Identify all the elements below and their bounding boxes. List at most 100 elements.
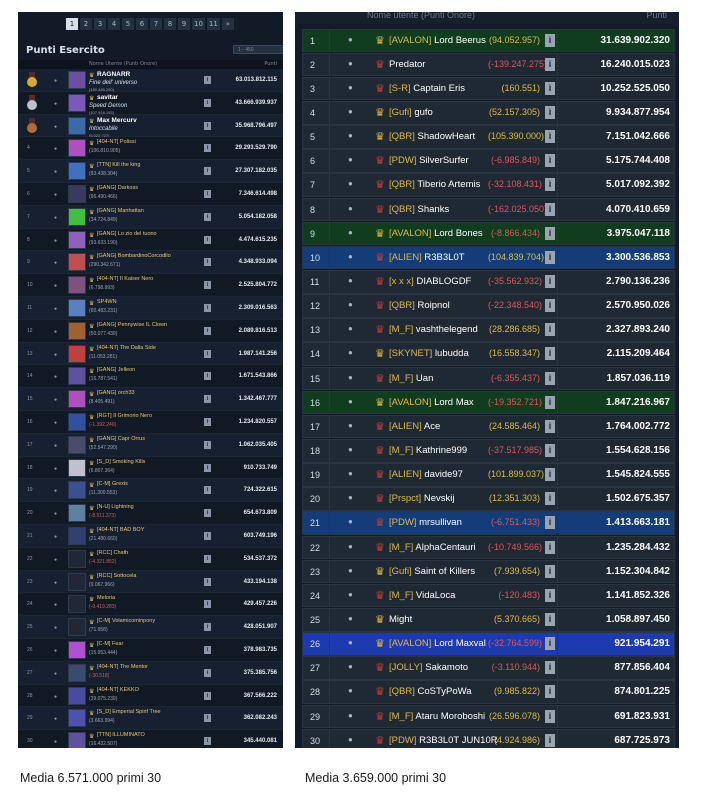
player-name-link[interactable]: [ALIEN] Ace — [389, 421, 440, 432]
player-name-link[interactable]: [M_F] Kathrine999 — [389, 445, 467, 456]
player-name-link[interactable]: [QBR] Shanks — [389, 204, 449, 215]
player-name-link[interactable]: [x x x] DIABLOGDF — [389, 276, 471, 287]
player-name-link[interactable]: [N-U] Lightning — [97, 504, 134, 510]
page-button[interactable]: 1 — [66, 18, 78, 30]
player-name-link[interactable]: [TTN] Kill the king — [97, 162, 140, 168]
page-button[interactable]: 4 — [108, 18, 120, 30]
alliance-tag[interactable]: [QBR] — [389, 204, 415, 215]
info-icon[interactable]: i — [545, 371, 555, 385]
info-icon[interactable]: i — [204, 531, 211, 540]
player-name-link[interactable]: [Gufi] gufo — [389, 107, 433, 118]
info-icon[interactable]: i — [204, 189, 211, 198]
info-icon[interactable]: i — [204, 577, 211, 586]
info-icon[interactable]: i — [545, 106, 555, 120]
avatar[interactable] — [68, 663, 86, 682]
avatar[interactable] — [68, 367, 86, 386]
alliance-tag[interactable]: [Gufi] — [389, 107, 412, 118]
player-name-link[interactable]: [AVALON] Lord Max — [389, 397, 474, 408]
player-name-link[interactable]: [GANG] BombardinoCorcodilo — [97, 253, 171, 259]
info-icon[interactable]: i — [545, 33, 555, 47]
player-name-link[interactable]: [RGT] Il Grimorio Nero — [97, 413, 152, 419]
player-name-link[interactable]: [GANG] Lo zio del tuono — [97, 231, 157, 237]
info-icon[interactable]: i — [545, 226, 555, 240]
info-icon[interactable]: i — [204, 121, 211, 130]
player-name-link[interactable]: [GANG] orch33 — [97, 390, 135, 396]
player-name-link[interactable]: [Prspct] Nevskij — [389, 493, 454, 504]
avatar[interactable] — [68, 230, 86, 249]
alliance-tag[interactable]: [AVALON] — [389, 228, 431, 239]
player-name-link[interactable]: Predator — [389, 59, 425, 70]
player-name-link[interactable]: [C-M] Volamicominpony — [97, 618, 155, 624]
info-icon[interactable]: i — [204, 349, 211, 358]
player-name-link[interactable]: [QBR] CoSTyPoWa — [389, 686, 472, 697]
player-name-link[interactable]: Max Mercurv — [97, 117, 137, 124]
info-icon[interactable]: i — [204, 281, 211, 290]
alliance-tag[interactable]: [M_F] — [389, 324, 413, 335]
alliance-tag[interactable]: [AVALON] — [389, 638, 431, 649]
alliance-tag[interactable]: [Gufi] — [389, 566, 412, 577]
avatar[interactable] — [68, 253, 86, 272]
info-icon[interactable]: i — [204, 623, 211, 632]
alliance-tag[interactable]: [PDW] — [389, 155, 416, 166]
info-icon[interactable]: i — [204, 714, 211, 723]
avatar[interactable] — [68, 435, 86, 454]
info-icon[interactable]: i — [545, 154, 555, 168]
alliance-tag[interactable]: [QBR] — [389, 131, 415, 142]
info-icon[interactable]: i — [204, 668, 211, 677]
page-button[interactable]: 8 — [164, 18, 176, 30]
info-icon[interactable]: i — [204, 212, 211, 221]
player-name-link[interactable]: [C-M] Fear — [97, 641, 123, 647]
info-icon[interactable]: i — [545, 347, 555, 361]
player-name-link[interactable]: [RCC] Sottocela — [97, 573, 136, 579]
info-icon[interactable]: i — [204, 144, 211, 153]
player-name-link[interactable]: [404-NT] The Mentor — [97, 664, 148, 670]
avatar[interactable] — [68, 686, 86, 705]
alliance-tag[interactable]: [JOLLY] — [389, 662, 423, 673]
page-button[interactable]: 5 — [122, 18, 134, 30]
player-name-link[interactable]: [QBR] Tiberio Artemis — [389, 179, 480, 190]
alliance-tag[interactable]: [M_F] — [389, 542, 413, 553]
player-name-link[interactable]: [M_F] AlphaCentauri — [389, 542, 476, 553]
avatar[interactable] — [68, 71, 86, 89]
player-name-link[interactable]: [AVALON] Lord Maxval — [389, 638, 486, 649]
player-name-link[interactable]: [M_F] VidaLoca — [389, 590, 455, 601]
info-icon[interactable]: i — [204, 235, 211, 244]
avatar[interactable] — [68, 344, 86, 363]
page-button[interactable]: 6 — [136, 18, 148, 30]
info-icon[interactable]: i — [204, 326, 211, 335]
avatar[interactable] — [68, 618, 86, 637]
player-name-link[interactable]: [GANG] Jelleon — [97, 367, 135, 373]
info-icon[interactable]: i — [204, 600, 211, 609]
player-name-link[interactable]: [404-NT] The Dalla Side — [97, 345, 156, 351]
info-icon[interactable]: i — [204, 463, 211, 472]
info-icon[interactable]: i — [204, 395, 211, 404]
player-name-link[interactable]: [PDW] R3B3L0T JUN10R — [389, 735, 498, 746]
alliance-tag[interactable]: [M_F] — [389, 711, 413, 722]
player-name-link[interactable]: SP4WN — [97, 299, 117, 305]
alliance-tag[interactable]: [ALIEN] — [389, 469, 422, 480]
info-icon[interactable]: i — [545, 468, 555, 482]
player-name-link[interactable]: Meloria — [97, 595, 115, 601]
avatar[interactable] — [68, 298, 86, 317]
info-icon[interactable]: i — [545, 178, 555, 192]
player-name-link[interactable]: [SKYNET] lubudda — [389, 348, 469, 359]
info-icon[interactable]: i — [545, 637, 555, 651]
info-icon[interactable]: i — [545, 564, 555, 578]
alliance-tag[interactable]: [x x x] — [389, 276, 414, 287]
player-name-link[interactable]: [PDW] mrsullivan — [389, 517, 462, 528]
player-name-link[interactable]: [AVALON] Lord Bones — [389, 228, 483, 239]
page-button[interactable]: 10 — [192, 18, 205, 30]
info-icon[interactable]: i — [204, 167, 211, 176]
player-name-link[interactable]: [GANG] Pennywise IL Clown — [97, 322, 167, 328]
avatar[interactable] — [68, 732, 86, 748]
alliance-tag[interactable]: [PDW] — [389, 517, 416, 528]
alliance-tag[interactable]: [Prspct] — [389, 493, 421, 504]
alliance-tag[interactable]: [ALIEN] — [389, 421, 422, 432]
player-name-link[interactable]: [RCC] Chath — [97, 550, 128, 556]
player-name-link[interactable]: [404-NT] KEKKO — [97, 687, 139, 693]
alliance-tag[interactable]: [M_F] — [389, 445, 413, 456]
player-name-link[interactable]: [GANG] Capr Orrus — [97, 436, 145, 442]
alliance-tag[interactable]: [M_F] — [389, 590, 413, 601]
info-icon[interactable]: i — [204, 303, 211, 312]
info-icon[interactable]: i — [545, 613, 555, 627]
